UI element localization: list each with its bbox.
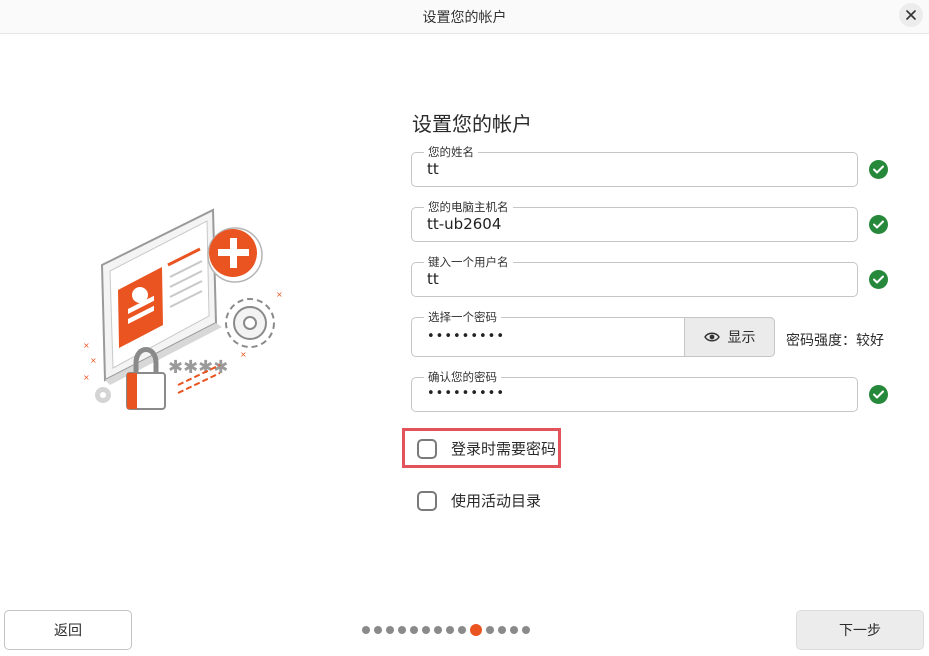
step-dot [458, 626, 466, 634]
back-button[interactable]: 返回 [4, 610, 132, 650]
check-icon [869, 215, 888, 234]
active-directory-option[interactable]: 使用活动目录 [417, 490, 541, 511]
step-dot [422, 626, 430, 634]
hostname-field[interactable]: 您的电脑主机名 tt-ub2604 [411, 200, 858, 242]
step-dot [374, 626, 382, 634]
page-title: 设置您的帐户 [412, 112, 532, 136]
step-dot [446, 626, 454, 634]
step-dot [386, 626, 394, 634]
step-dot [522, 626, 530, 634]
confirm-password-value[interactable]: ••••••••• [427, 386, 505, 401]
window-title: 设置您的帐户 [422, 10, 507, 26]
svg-text:×: × [276, 290, 283, 299]
eye-icon [703, 332, 720, 342]
check-icon [869, 270, 888, 289]
show-password-label: 显示 [727, 330, 756, 346]
check-icon [869, 385, 888, 404]
step-dot-active [470, 624, 482, 636]
close-icon [906, 10, 916, 20]
password-strength: 密码强度：较好 [786, 333, 884, 349]
close-button[interactable] [899, 3, 923, 27]
name-field-label: 您的姓名 [424, 145, 478, 159]
confirm-password-field[interactable]: 确认您的密码 ••••••••• [411, 370, 858, 412]
check-icon [869, 160, 888, 179]
step-indicator [362, 624, 530, 636]
name-field-value[interactable]: tt [427, 160, 439, 178]
svg-text:×: × [90, 356, 97, 365]
username-field-label: 键入一个用户名 [424, 255, 513, 269]
svg-text:×: × [83, 341, 90, 350]
step-dot [362, 626, 370, 634]
show-password-button[interactable]: 显示 [684, 317, 775, 357]
active-directory-label[interactable]: 使用活动目录 [451, 490, 541, 511]
step-dot [486, 626, 494, 634]
username-field[interactable]: 键入一个用户名 tt [411, 255, 858, 297]
require-password-label[interactable]: 登录时需要密码 [451, 438, 556, 459]
title-bar: 设置您的帐户 [0, 0, 929, 34]
hostname-field-value[interactable]: tt-ub2604 [427, 215, 501, 233]
step-dot [398, 626, 406, 634]
name-field[interactable]: 您的姓名 tt [411, 145, 858, 187]
hostname-field-label: 您的电脑主机名 [424, 200, 513, 214]
password-field-label: 选择一个密码 [424, 310, 501, 324]
require-password-checkbox[interactable] [417, 438, 437, 459]
svg-text:×: × [83, 373, 90, 382]
require-password-option[interactable]: 登录时需要密码 [417, 438, 556, 459]
step-dot [434, 626, 442, 634]
password-field[interactable]: 选择一个密码 ••••••••• 显示 [411, 310, 775, 357]
svg-text:×: × [240, 350, 247, 359]
account-illustration: ✱✱✱✱ × × × × × [83, 208, 283, 410]
active-directory-checkbox[interactable] [417, 490, 437, 511]
step-dot [410, 626, 418, 634]
password-field-value[interactable]: ••••••••• [427, 329, 505, 344]
step-dot [498, 626, 506, 634]
next-button[interactable]: 下一步 [796, 610, 924, 650]
confirm-password-label: 确认您的密码 [424, 370, 501, 384]
step-dot [510, 626, 518, 634]
username-field-value[interactable]: tt [427, 270, 439, 288]
